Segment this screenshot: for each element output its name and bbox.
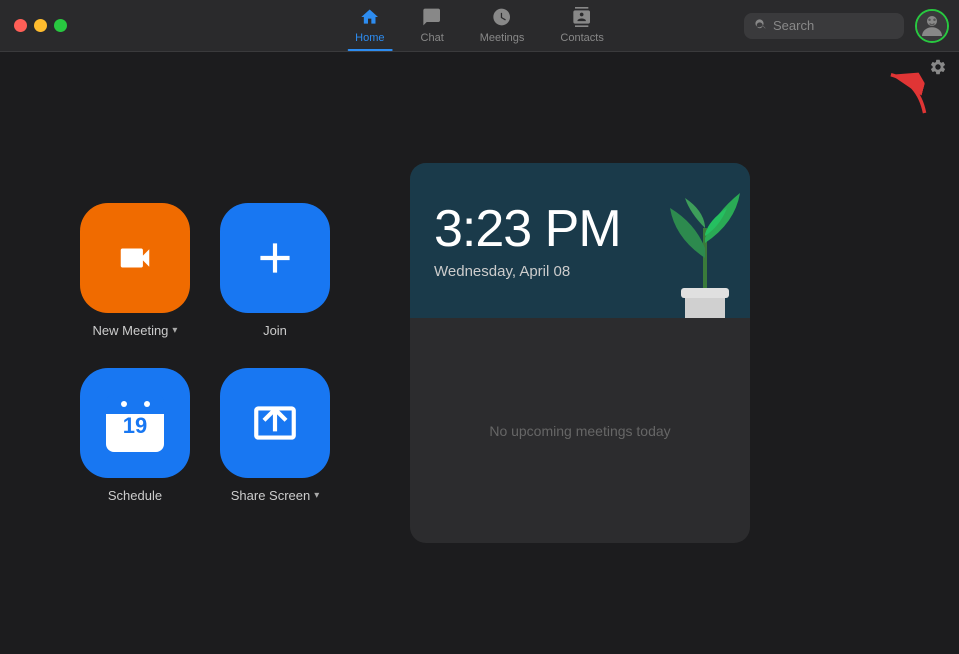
schedule-item[interactable]: 19 Schedule bbox=[80, 368, 190, 503]
plant-decoration bbox=[655, 188, 750, 318]
title-bar: Home Chat Meetings bbox=[0, 0, 959, 52]
maximize-button[interactable] bbox=[54, 19, 67, 32]
tab-chat[interactable]: Chat bbox=[403, 0, 462, 51]
traffic-lights bbox=[0, 19, 67, 32]
new-meeting-item[interactable]: New Meeting ▾ bbox=[80, 203, 190, 338]
clock-date: Wednesday, April 08 bbox=[434, 263, 570, 280]
tab-home[interactable]: Home bbox=[337, 0, 402, 51]
new-meeting-dropdown-icon: ▾ bbox=[172, 325, 177, 336]
main-content: New Meeting ▾ Join bbox=[0, 52, 959, 654]
search-input[interactable] bbox=[773, 18, 894, 33]
clock-panel: 3:23 PM Wednesday, April 08 bbox=[410, 163, 750, 543]
clock-header: 3:23 PM Wednesday, April 08 bbox=[410, 163, 750, 318]
home-icon bbox=[360, 7, 380, 30]
tab-contacts[interactable]: Contacts bbox=[542, 0, 621, 51]
settings-icon[interactable] bbox=[929, 58, 947, 81]
schedule-label: Schedule bbox=[108, 488, 162, 503]
close-button[interactable] bbox=[14, 19, 27, 32]
share-screen-dropdown-icon: ▾ bbox=[314, 490, 319, 501]
search-icon bbox=[754, 18, 767, 34]
tab-home-label: Home bbox=[355, 32, 384, 44]
avatar-image bbox=[917, 11, 947, 41]
share-screen-button[interactable] bbox=[220, 368, 330, 478]
tab-meetings-label: Meetings bbox=[480, 32, 525, 44]
tab-meetings[interactable]: Meetings bbox=[462, 0, 543, 51]
search-bar[interactable] bbox=[744, 13, 904, 39]
meetings-area: No upcoming meetings today bbox=[410, 318, 750, 543]
chat-icon bbox=[422, 7, 442, 30]
join-label: Join bbox=[263, 323, 287, 338]
join-item[interactable]: Join bbox=[220, 203, 330, 338]
new-meeting-button[interactable] bbox=[80, 203, 190, 313]
no-meetings-text: No upcoming meetings today bbox=[489, 423, 670, 439]
share-screen-item[interactable]: Share Screen ▾ bbox=[220, 368, 330, 503]
schedule-button[interactable]: 19 bbox=[80, 368, 190, 478]
minimize-button[interactable] bbox=[34, 19, 47, 32]
tab-chat-label: Chat bbox=[421, 32, 444, 44]
calendar-icon: 19 bbox=[106, 394, 164, 452]
tab-contacts-label: Contacts bbox=[560, 32, 603, 44]
meetings-icon bbox=[492, 7, 512, 30]
new-meeting-label: New Meeting ▾ bbox=[93, 323, 178, 338]
nav-tabs: Home Chat Meetings bbox=[337, 0, 622, 51]
contacts-icon bbox=[572, 7, 592, 30]
avatar[interactable] bbox=[915, 9, 949, 43]
clock-time: 3:23 PM bbox=[434, 201, 621, 258]
action-grid: New Meeting ▾ Join bbox=[80, 203, 330, 503]
share-screen-label: Share Screen ▾ bbox=[231, 488, 320, 503]
join-button[interactable] bbox=[220, 203, 330, 313]
